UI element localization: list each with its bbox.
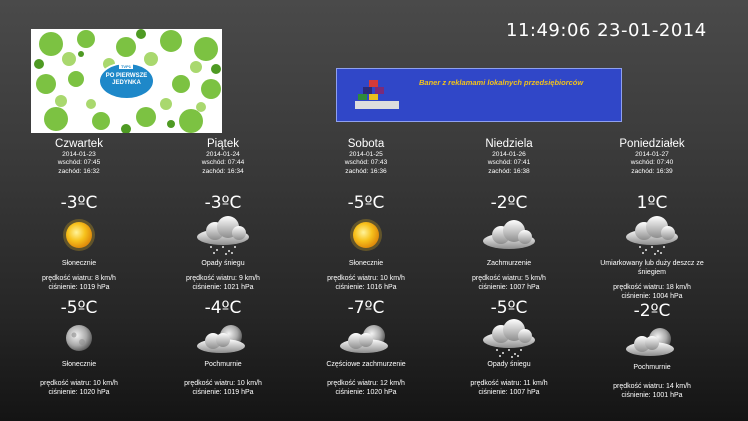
night-pressure: ciśnienie: 1019 hPa <box>192 388 254 396</box>
day-pressure: ciśnienie: 1021 hPa <box>192 283 254 291</box>
day-condition: Słonecznie <box>61 259 97 267</box>
day-temperature: 1ºC <box>636 192 668 213</box>
day-temperature: -5ºC <box>347 192 385 213</box>
night-temperature: -4ºC <box>204 297 242 318</box>
snow-cloud-icon <box>622 215 682 255</box>
sunrise: wschód: 07:45 <box>57 159 101 167</box>
night-wind: prędkość wiatru: 10 km/h <box>40 379 118 387</box>
day-date: 2014-01-27 <box>635 151 669 158</box>
sunrise: wschód: 07:43 <box>344 159 388 167</box>
moon-cloud-icon <box>193 318 253 358</box>
moon-cloud-icon <box>622 321 682 361</box>
day-name: Niedziela <box>485 138 533 150</box>
banner-logo <box>355 80 399 115</box>
snow-cloud-icon <box>479 318 539 358</box>
day-wind: prędkość wiatru: 8 km/h <box>42 274 116 282</box>
day-date: 2014-01-24 <box>206 151 240 158</box>
day-date: 2014-01-26 <box>492 151 526 158</box>
day-column: Piątek 2014-01-24 wschód: 07:44 zachód: … <box>158 138 288 397</box>
night-pressure: ciśnienie: 1001 hPa <box>621 391 683 399</box>
tv-channel-logo: TVP1 <box>119 64 133 69</box>
moon-cloud-icon <box>336 318 396 358</box>
snow-cloud-icon <box>193 215 253 255</box>
night-temperature: -5ºC <box>60 297 98 318</box>
night-pressure: ciśnienie: 1020 hPa <box>48 388 110 396</box>
moon-icon <box>59 318 99 358</box>
sunset: zachód: 16:39 <box>631 167 673 175</box>
night-condition: Pochmurnie <box>204 360 242 368</box>
clock-time: 11:49:06 <box>506 20 591 41</box>
day-column: Poniedziałek 2014-01-27 wschód: 07:40 za… <box>587 138 717 400</box>
day-column: Czwartek 2014-01-23 wschód: 07:45 zachód… <box>14 138 144 397</box>
day-pressure: ciśnienie: 1004 hPa <box>621 292 683 300</box>
tv-show-title-line2: JEDYNKA <box>112 80 141 86</box>
sunset: zachód: 16:36 <box>345 167 387 175</box>
day-date: 2014-01-23 <box>62 151 96 158</box>
day-pressure: ciśnienie: 1007 hPa <box>478 283 540 291</box>
ad-banner[interactable]: Baner z reklamami lokalnych przedsiębior… <box>336 68 622 122</box>
day-name: Piątek <box>207 138 239 150</box>
sunset: zachód: 16:34 <box>202 167 244 175</box>
day-date: 2014-01-25 <box>349 151 383 158</box>
cloud-icon <box>479 215 539 255</box>
night-wind: prędkość wiatru: 10 km/h <box>184 379 262 387</box>
mk-logo-icon <box>355 80 399 109</box>
night-condition: Słonecznie <box>61 360 97 368</box>
night-condition: Opady śniegu <box>487 360 531 368</box>
night-temperature: -2ºC <box>633 300 671 321</box>
night-pressure: ciśnienie: 1007 hPa <box>478 388 540 396</box>
day-name: Czwartek <box>55 138 103 150</box>
day-name: Poniedziałek <box>619 138 685 150</box>
clock: 11:49:06 23-01-2014 <box>506 20 721 41</box>
day-wind: prędkość wiatru: 18 km/h <box>613 283 691 291</box>
day-temperature: -2ºC <box>490 192 528 213</box>
banner-text: Baner z reklamami lokalnych przedsiębior… <box>419 78 584 87</box>
day-wind: prędkość wiatru: 10 km/h <box>327 274 405 282</box>
day-name: Sobota <box>347 138 385 150</box>
night-temperature: -5ºC <box>490 297 528 318</box>
day-pressure: ciśnienie: 1016 hPa <box>335 283 397 291</box>
sunrise: wschód: 07:41 <box>487 159 531 167</box>
sunset: zachód: 16:32 <box>58 167 100 175</box>
day-column: Sobota 2014-01-25 wschód: 07:43 zachód: … <box>301 138 431 397</box>
day-condition: Umiarkowany lub duży deszcz ze śniegiem <box>600 259 704 276</box>
sun-icon <box>59 215 99 255</box>
day-wind: prędkość wiatru: 9 km/h <box>186 274 260 282</box>
sun-icon <box>346 215 386 255</box>
night-temperature: -7ºC <box>347 297 385 318</box>
day-column: Niedziela 2014-01-26 wschód: 07:41 zachó… <box>444 138 574 397</box>
clock-date: 23-01-2014 <box>597 20 707 41</box>
night-wind: prędkość wiatru: 14 km/h <box>613 382 691 390</box>
night-wind: prędkość wiatru: 11 km/h <box>470 379 548 387</box>
night-condition: Pochmurnie <box>633 363 671 371</box>
day-temperature: -3ºC <box>204 192 242 213</box>
tv-preview: PO PIERWSZE JEDYNKA TVP1 <box>31 29 222 133</box>
sunrise: wschód: 07:44 <box>201 159 245 167</box>
day-condition: Opady śniegu <box>201 259 245 267</box>
day-pressure: ciśnienie: 1019 hPa <box>48 283 110 291</box>
sunset: zachód: 16:38 <box>488 167 530 175</box>
tv-show-title-line1: PO PIERWSZE <box>105 73 148 79</box>
sunrise: wschód: 07:40 <box>630 159 674 167</box>
night-pressure: ciśnienie: 1020 hPa <box>335 388 397 396</box>
day-temperature: -3ºC <box>60 192 98 213</box>
night-condition: Częściowe zachmurzenie <box>326 360 406 368</box>
night-wind: prędkość wiatru: 12 km/h <box>327 379 405 387</box>
day-condition: Słonecznie <box>348 259 384 267</box>
day-condition: Zachmurzenie <box>486 259 532 267</box>
day-wind: prędkość wiatru: 5 km/h <box>472 274 546 282</box>
